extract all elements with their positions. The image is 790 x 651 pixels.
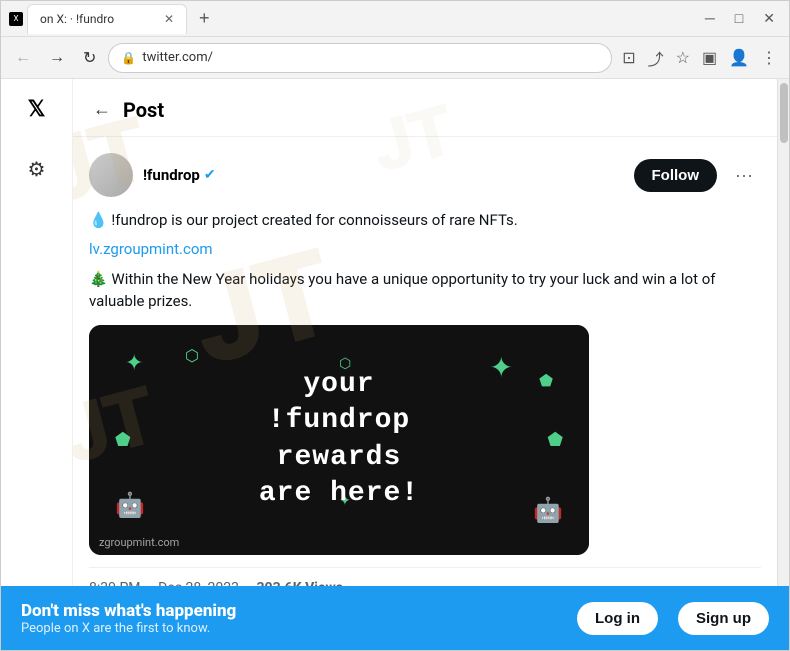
pixel-deco-7: ⬟: [115, 429, 131, 450]
page-content: 𝕏 ⚙ JT JT JT JT ← Post: [1, 79, 789, 586]
more-options-button[interactable]: ···: [727, 161, 761, 190]
twitter-sidebar: 𝕏 ⚙: [1, 79, 73, 586]
pixel-deco-4: ⬟: [539, 371, 553, 390]
username[interactable]: !fundrop: [143, 166, 200, 184]
tab-title: on X: · !fundro: [40, 12, 114, 26]
bottom-banner: Don't miss what's happening People on X …: [1, 586, 789, 650]
image-text-line3: rewards: [259, 440, 419, 476]
cast-button[interactable]: ⊡: [618, 44, 639, 72]
x-logo[interactable]: 𝕏: [19, 91, 55, 127]
post-link[interactable]: lv.zgroupmint.com: [89, 240, 761, 258]
profile-button[interactable]: 👤: [725, 44, 753, 72]
post-title: Post: [123, 98, 164, 122]
close-button[interactable]: ✕: [757, 9, 781, 29]
user-info: !fundrop ✔: [143, 166, 624, 184]
post-image[interactable]: ✦ ⬡ ✦ ⬟ 🤖 🤖 ⬟ ⬟ ⬡ ✦ your: [89, 325, 589, 555]
share-button[interactable]: ⤴: [644, 42, 668, 74]
banner-text: Don't miss what's happening People on X …: [21, 601, 557, 636]
post-user-row: !fundrop ✔ Follow ···: [89, 153, 761, 197]
url-text: twitter.com/: [142, 50, 213, 65]
split-view-button[interactable]: ▣: [698, 44, 721, 72]
tab-favicon: X: [9, 12, 23, 26]
browser-window: X on X: · !fundro ✕ + ─ □ ✕ ← → ↻ 🔒 twit…: [0, 0, 790, 651]
maximize-button[interactable]: □: [729, 8, 749, 29]
lock-icon: 🔒: [121, 51, 136, 65]
minimize-button[interactable]: ─: [699, 8, 721, 29]
forward-button[interactable]: →: [43, 45, 71, 71]
pixel-deco-1: ✦: [125, 351, 143, 376]
back-post-button[interactable]: ←: [89, 95, 115, 124]
post-text-2: 🎄 Within the New Year holidays you have …: [89, 268, 761, 313]
scrollbar-track[interactable]: [777, 79, 789, 586]
bookmark-button[interactable]: ☆: [672, 44, 694, 72]
post-body: !fundrop ✔ Follow ··· 💧 !fundrop is our …: [73, 137, 777, 586]
image-text-line4: are here!: [259, 476, 419, 512]
image-watermark: zgroupmint.com: [99, 536, 179, 549]
pixel-art-text: your !fundrop rewards are here!: [259, 367, 419, 513]
pixel-art-bg: ✦ ⬡ ✦ ⬟ 🤖 🤖 ⬟ ⬟ ⬡ ✦ your: [105, 341, 573, 539]
banner-title: Don't miss what's happening: [21, 601, 557, 621]
titlebar-controls: ─ □ ✕: [699, 8, 781, 29]
toolbar-actions: ⊡ ⤴ ☆ ▣ 👤 ⋮: [618, 42, 781, 74]
pixel-deco-6: 🤖: [533, 496, 563, 524]
pixel-deco-2: ⬡: [185, 346, 199, 365]
scrollbar-thumb: [780, 83, 788, 143]
browser-toolbar: ← → ↻ 🔒 twitter.com/ ⊡ ⤴ ☆ ▣ 👤 ⋮: [1, 37, 789, 79]
post-image-inner: ✦ ⬡ ✦ ⬟ 🤖 🤖 ⬟ ⬟ ⬡ ✦ your: [89, 325, 589, 555]
follow-button[interactable]: Follow: [634, 159, 718, 192]
tab-close-button[interactable]: ✕: [164, 12, 174, 26]
address-bar[interactable]: 🔒 twitter.com/: [108, 43, 612, 73]
pixel-deco-3: ✦: [490, 351, 513, 384]
post-meta: 8:39 PM · Dec 28, 2023 · 303.6K Views: [89, 567, 761, 587]
reload-button[interactable]: ↻: [77, 44, 102, 72]
post-header: ← Post: [73, 79, 777, 137]
settings-icon[interactable]: ⚙: [19, 151, 55, 187]
new-tab-button[interactable]: +: [191, 8, 218, 29]
back-button[interactable]: ←: [9, 45, 37, 71]
image-text-line1: your: [259, 367, 419, 403]
menu-button[interactable]: ⋮: [757, 44, 781, 72]
twitter-main: JT JT JT JT ← Post !fundrop ✔: [73, 79, 777, 586]
banner-subtitle: People on X are the first to know.: [21, 621, 557, 636]
post-text-1: 💧 !fundrop is our project created for co…: [89, 209, 761, 232]
browser-titlebar: X on X: · !fundro ✕ + ─ □ ✕: [1, 1, 789, 37]
pixel-deco-8: ⬟: [547, 429, 563, 450]
pixel-deco-5: 🤖: [115, 491, 145, 519]
signup-button[interactable]: Sign up: [678, 602, 769, 635]
browser-tab[interactable]: on X: · !fundro ✕: [27, 4, 187, 34]
username-row: !fundrop ✔: [143, 166, 624, 184]
image-text-line2: !fundrop: [259, 403, 419, 439]
verified-icon: ✔: [204, 167, 216, 183]
login-button[interactable]: Log in: [577, 602, 658, 635]
avatar: [89, 153, 133, 197]
